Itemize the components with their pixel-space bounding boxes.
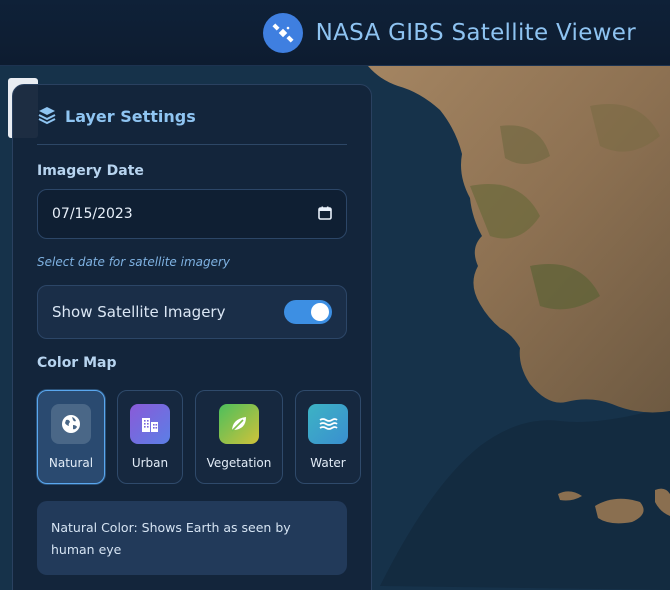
color-map-natural-label: Natural [48,456,94,470]
layers-icon [37,105,57,129]
toggle-knob [311,303,329,321]
leaf-icon [219,404,259,444]
panel-header: Layer Settings [37,85,347,145]
color-map-water-label: Water [310,456,346,470]
imagery-date-hint: Select date for satellite imagery [37,255,231,269]
satellite-icon [262,12,303,53]
color-map-water-button[interactable]: Water [295,390,361,484]
layer-settings-panel: Layer Settings Imagery Date 07/15/2023 S… [12,84,372,590]
color-map-urban-label: Urban [131,456,169,470]
calendar-icon[interactable] [318,205,332,224]
imagery-date-input[interactable]: 07/15/2023 [37,189,347,239]
color-map-vegetation-label: Vegetation [206,456,272,470]
imagery-date-label: Imagery Date [37,163,144,179]
globe-icon [51,404,91,444]
imagery-toggle-switch[interactable] [284,300,332,324]
imagery-date-value: 07/15/2023 [52,206,133,222]
water-icon [308,404,348,444]
color-map-natural-button[interactable]: Natural [37,390,105,484]
app-header: NASA GIBS Satellite Viewer [0,0,670,66]
color-map-vegetation-button[interactable]: Vegetation [195,390,283,484]
imagery-toggle-label: Show Satellite Imagery [52,303,226,321]
buildings-icon [130,404,170,444]
imagery-toggle-row[interactable]: Show Satellite Imagery [37,285,347,339]
color-map-label: Color Map [37,355,117,371]
panel-title: Layer Settings [65,107,196,126]
app-title: NASA GIBS Satellite Viewer [315,19,636,46]
color-map-urban-button[interactable]: Urban [117,390,183,484]
color-map-description: Natural Color: Shows Earth as seen by hu… [37,501,347,575]
